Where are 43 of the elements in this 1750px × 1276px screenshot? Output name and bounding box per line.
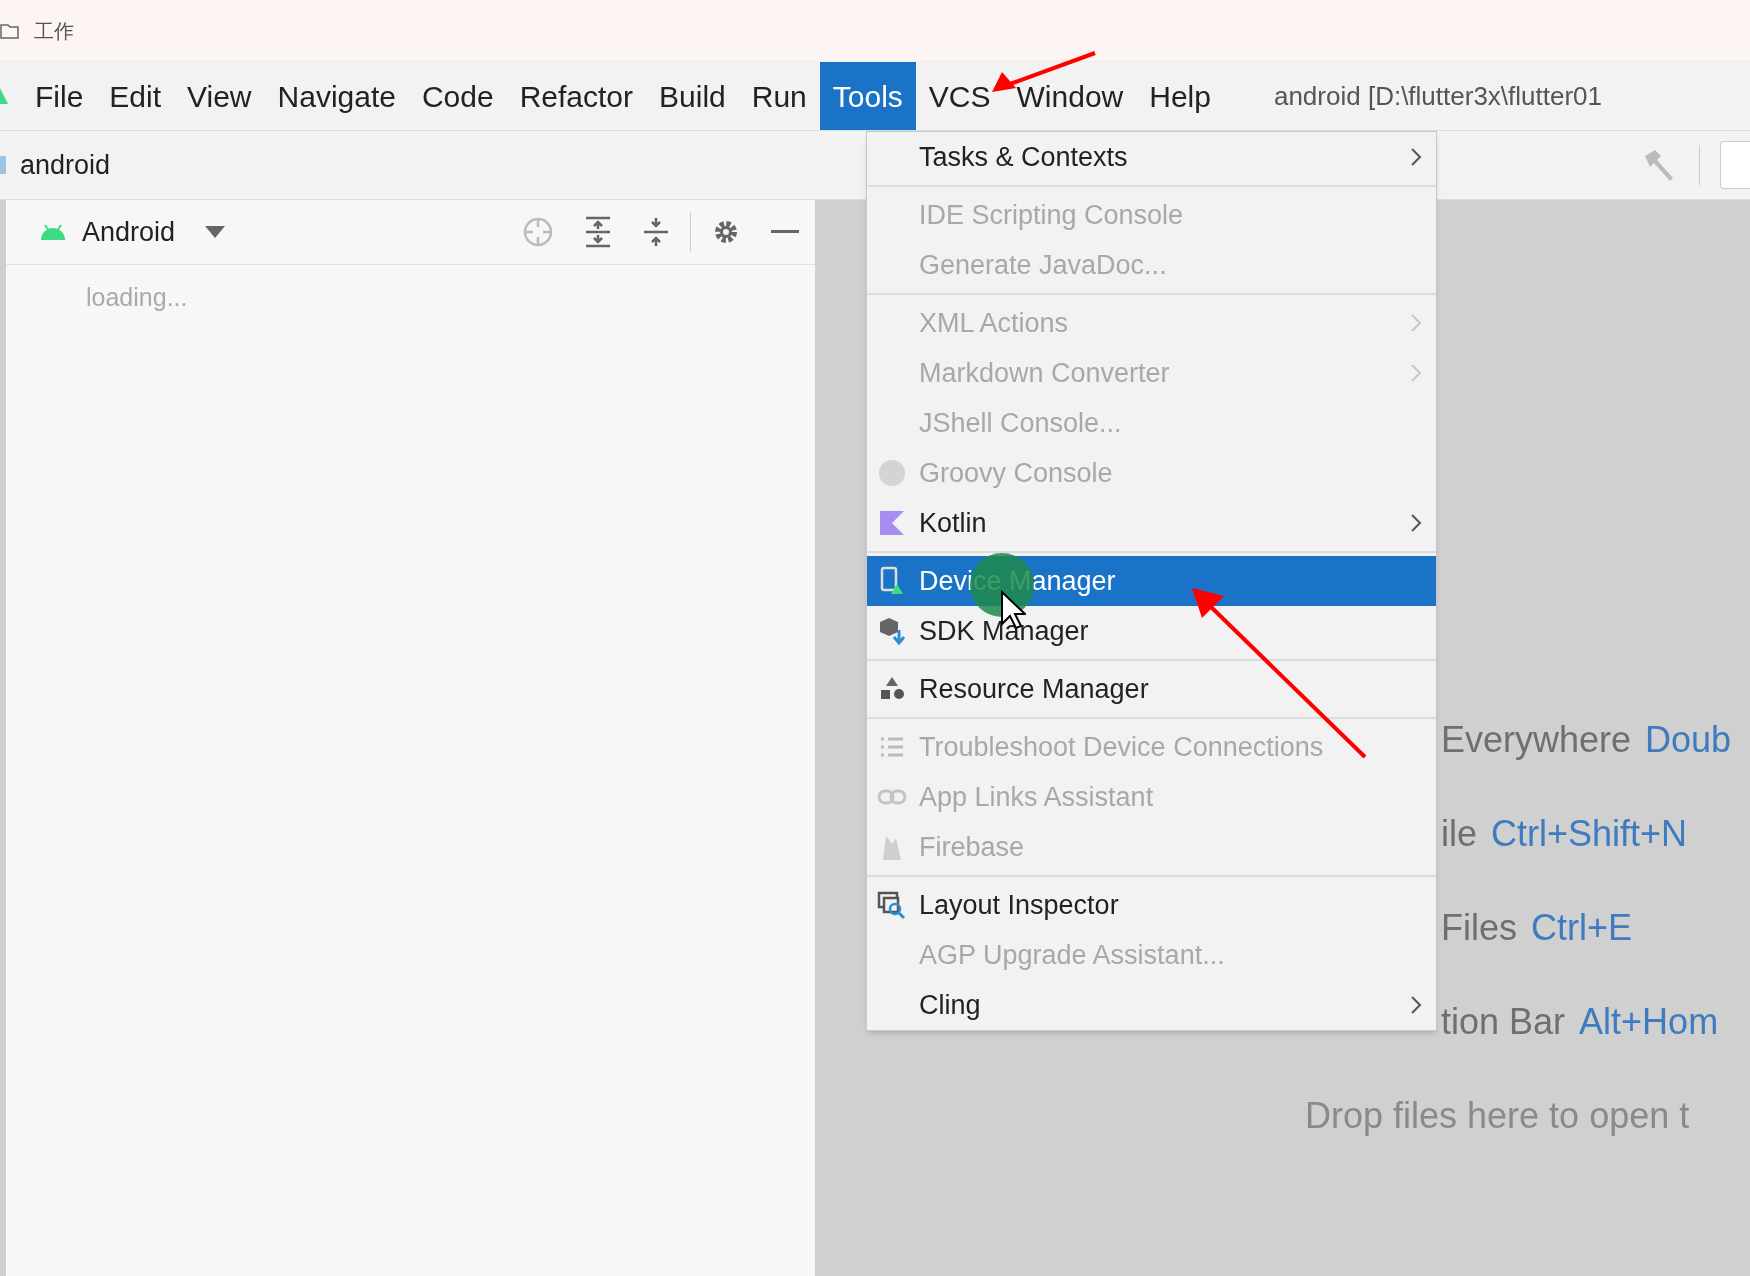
groovy-icon bbox=[877, 458, 907, 488]
hint-text: Files bbox=[1441, 906, 1517, 950]
minimize-icon[interactable] bbox=[771, 230, 799, 234]
project-path: android [D:\flutter3x\flutter01 bbox=[1273, 79, 1602, 113]
breadcrumb-link[interactable]: android bbox=[20, 144, 111, 186]
menu-bar-item[interactable]: Build bbox=[646, 62, 739, 130]
menu-bar-item[interactable]: Run bbox=[738, 62, 820, 130]
menu-bar-item[interactable]: Help bbox=[1136, 62, 1224, 130]
window-title: 工作 bbox=[34, 18, 74, 44]
layout-search-icon bbox=[877, 890, 907, 920]
package-download-icon bbox=[877, 616, 907, 646]
shortcut-text: Alt+Hom bbox=[1579, 1000, 1719, 1044]
menu-item[interactable]: Cling bbox=[867, 980, 1436, 1030]
expand-all-icon[interactable] bbox=[584, 216, 612, 248]
menu-item[interactable]: SDK Manager bbox=[867, 606, 1436, 656]
menu-bar-item[interactable]: Window bbox=[1003, 62, 1137, 130]
kotlin-icon bbox=[877, 508, 907, 538]
menu-bar-item[interactable]: Tools bbox=[819, 62, 916, 130]
shortcut-text: Doub bbox=[1645, 718, 1732, 762]
hint-text: Everywhere bbox=[1441, 718, 1632, 762]
project-view-dropdown[interactable]: Android bbox=[38, 211, 226, 253]
menu-bar-item[interactable]: Edit bbox=[96, 62, 175, 130]
menu-bar-item[interactable]: VCS bbox=[915, 62, 1004, 130]
menu-item[interactable]: Layout Inspector bbox=[867, 880, 1436, 930]
menu-item[interactable]: Resource Manager bbox=[867, 664, 1436, 714]
shortcut-text: Ctrl+Shift+N bbox=[1491, 812, 1688, 856]
collapse-all-icon[interactable] bbox=[642, 216, 670, 248]
menu-item[interactable]: Tasks & Contexts bbox=[867, 132, 1436, 182]
android-icon bbox=[38, 222, 68, 242]
menu-bar-item[interactable]: Code bbox=[408, 62, 507, 130]
loading-text: loading... bbox=[86, 282, 188, 313]
hint-text: tion Bar bbox=[1441, 1000, 1566, 1044]
caret-icon bbox=[205, 226, 226, 238]
drop-hint-text: Drop files here to open t bbox=[1305, 1094, 1690, 1138]
hint-text: ile bbox=[1441, 812, 1478, 856]
menu-bar-item[interactable]: File bbox=[22, 62, 97, 130]
menu-bar-item[interactable]: Refactor bbox=[506, 62, 647, 130]
menu-bar-item[interactable]: Navigate bbox=[264, 62, 409, 130]
folder-icon bbox=[0, 154, 8, 176]
menu-item[interactable]: Kotlin bbox=[867, 498, 1436, 548]
folder-icon bbox=[0, 21, 20, 40]
shortcut-text: Ctrl+E bbox=[1531, 906, 1633, 950]
menu-bar-item[interactable]: View bbox=[174, 62, 265, 130]
